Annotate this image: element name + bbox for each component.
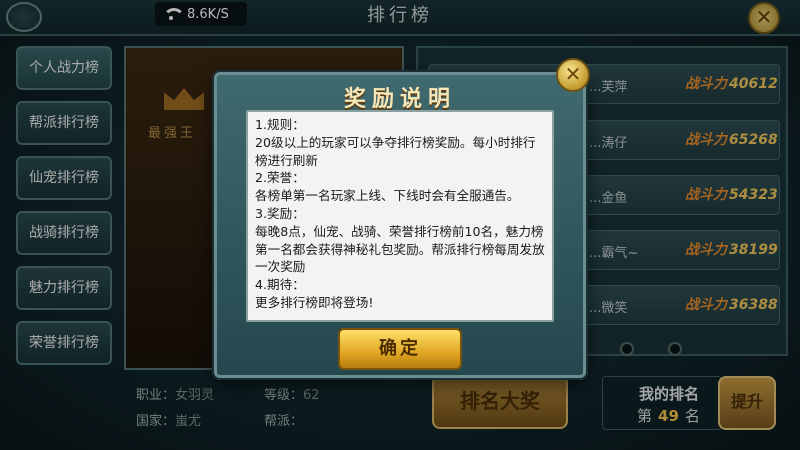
rule-heading: 1.规则： — [255, 117, 305, 132]
confirm-button[interactable]: 确定 — [338, 328, 462, 370]
rule-text: 20级以上的玩家可以争夺排行榜奖励。每小时排行榜进行刷新 — [255, 134, 536, 168]
close-dialog-button[interactable]: ✕ — [556, 58, 590, 92]
dialog-content: 1.规则： 20级以上的玩家可以争夺排行榜奖励。每小时排行榜进行刷新 2.荣誉：… — [246, 110, 554, 322]
reward-heading: 3.奖励： — [255, 205, 305, 221]
reward-text: 每晚8点，仙宠、战骑、荣誉排行榜前10名，魅力榜第一名都会获得神秘礼包奖励。帮派… — [255, 223, 545, 275]
dialog-title: 奖励说明 — [343, 87, 456, 112]
honor-heading: 2.荣誉： — [255, 170, 305, 186]
honor-text: 各榜单第一名玩家上线、下线时会有全服通告。 — [255, 188, 520, 204]
expect-text: 更多排行榜即将登场! — [255, 294, 374, 310]
expect-heading: 4.期待： — [255, 277, 305, 293]
